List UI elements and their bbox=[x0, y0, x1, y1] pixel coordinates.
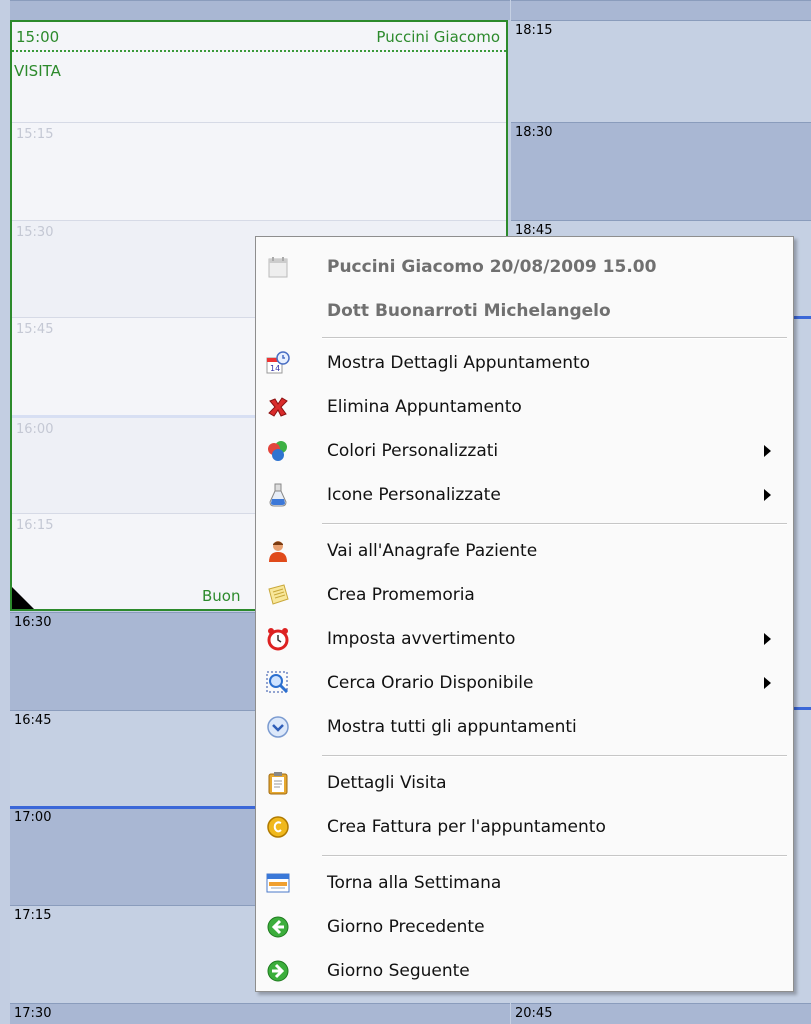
appointment-doctor: Buon bbox=[202, 587, 241, 605]
menu-item-giorno-precedente[interactable]: Giorno Precedente bbox=[256, 905, 793, 949]
submenu-arrow-icon bbox=[764, 445, 771, 457]
menu-item-label: Dettagli Visita bbox=[327, 773, 447, 793]
resize-handle-icon[interactable] bbox=[12, 587, 34, 609]
patient-icon bbox=[264, 537, 292, 565]
slot-time-label: 17:00 bbox=[14, 810, 52, 825]
menu-item-label: Vai all'Anagrafe Paziente bbox=[327, 541, 538, 561]
menu-item-dettagli-visita[interactable]: Dettagli Visita bbox=[256, 761, 793, 805]
submenu-arrow-icon bbox=[764, 489, 771, 501]
menu-item-colori[interactable]: Colori Personalizzati bbox=[256, 429, 793, 473]
menu-item-anagrafe[interactable]: Vai all'Anagrafe Paziente bbox=[256, 529, 793, 573]
menu-item-label: Crea Fattura per l'appuntamento bbox=[327, 817, 606, 837]
inner-slot-time: 16:15 bbox=[16, 518, 54, 533]
current-time-line bbox=[794, 316, 811, 319]
flask-icon bbox=[264, 481, 292, 509]
menu-header-appointment: Puccini Giacomo 20/08/2009 15.00 bbox=[256, 245, 793, 289]
menu-item-mostra-tutti[interactable]: Mostra tutti gli appuntamenti bbox=[256, 705, 793, 749]
inner-slot-time: 15:45 bbox=[16, 322, 54, 337]
time-slot[interactable]: 20:45 bbox=[511, 1003, 811, 1024]
slot-time-label: 17:30 bbox=[14, 1006, 52, 1021]
slot-time-label: 18:30 bbox=[515, 125, 553, 140]
menu-item-mostra-dettagli[interactable]: 14 Mostra Dettagli Appuntamento bbox=[256, 341, 793, 385]
submenu-arrow-icon bbox=[764, 677, 771, 689]
menu-item-label: Mostra tutti gli appuntamenti bbox=[327, 717, 577, 737]
time-slot[interactable]: 18:30 bbox=[511, 122, 811, 220]
time-slot[interactable] bbox=[511, 0, 811, 20]
menu-item-cerca-orario[interactable]: Cerca Orario Disponibile bbox=[256, 661, 793, 705]
menu-separator bbox=[322, 855, 787, 857]
menu-item-icone[interactable]: Icone Personalizzate bbox=[256, 473, 793, 517]
menu-separator bbox=[322, 523, 787, 525]
menu-item-label: Torna alla Settimana bbox=[327, 873, 502, 893]
week-calendar-icon bbox=[264, 869, 292, 897]
menu-header-doctor-label: Dott Buonarroti Michelangelo bbox=[327, 301, 611, 321]
menu-item-giorno-seguente[interactable]: Giorno Seguente bbox=[256, 949, 793, 993]
menu-item-label: Colori Personalizzati bbox=[327, 441, 499, 461]
note-icon bbox=[264, 581, 292, 609]
menu-item-torna-settimana[interactable]: Torna alla Settimana bbox=[256, 861, 793, 905]
menu-separator bbox=[322, 337, 787, 339]
appointment-header: 15:00 Puccini Giacomo bbox=[12, 22, 506, 52]
current-time-line bbox=[794, 707, 811, 710]
menu-item-crea-fattura[interactable]: Crea Fattura per l'appuntamento bbox=[256, 805, 793, 849]
red-x-icon bbox=[264, 393, 292, 421]
calendar-day-view: 16:30 16:45 17:00 17:15 17:30 18:15 18:3… bbox=[0, 0, 811, 1024]
appointment-inner-slot: 15:15 bbox=[12, 122, 506, 220]
invoice-coin-icon bbox=[264, 813, 292, 841]
alarm-clock-icon bbox=[264, 625, 292, 653]
appointment-context-menu: Puccini Giacomo 20/08/2009 15.00 Dott Bu… bbox=[255, 236, 794, 992]
menu-item-elimina[interactable]: Elimina Appuntamento bbox=[256, 385, 793, 429]
menu-item-label: Mostra Dettagli Appuntamento bbox=[327, 353, 591, 373]
time-slot[interactable]: 17:30 bbox=[10, 1003, 510, 1024]
clipboard-icon bbox=[264, 769, 292, 797]
color-balls-icon bbox=[264, 437, 292, 465]
appointment-patient: Puccini Giacomo bbox=[376, 28, 500, 46]
calendar-header-icon bbox=[264, 253, 292, 281]
menu-item-label: Giorno Precedente bbox=[327, 917, 485, 937]
time-slot[interactable] bbox=[10, 0, 510, 20]
calendar-detail-icon: 14 bbox=[264, 349, 292, 377]
slot-time-label: 16:45 bbox=[14, 713, 52, 728]
menu-item-label: Imposta avvertimento bbox=[327, 629, 516, 649]
slot-time-label: 18:15 bbox=[515, 23, 553, 38]
inner-slot-time: 15:30 bbox=[16, 225, 54, 240]
inner-slot-time: 15:15 bbox=[16, 127, 54, 142]
time-slot[interactable]: 18:15 bbox=[511, 20, 811, 122]
menu-item-avvertimento[interactable]: Imposta avvertimento bbox=[256, 617, 793, 661]
slot-time-label: 16:30 bbox=[14, 615, 52, 630]
menu-item-label: Crea Promemoria bbox=[327, 585, 475, 605]
submenu-arrow-icon bbox=[764, 633, 771, 645]
appointment-time: 15:00 bbox=[16, 28, 60, 46]
green-right-arrow-icon bbox=[264, 957, 292, 985]
menu-item-label: Elimina Appuntamento bbox=[327, 397, 522, 417]
menu-header-title: Puccini Giacomo 20/08/2009 15.00 bbox=[327, 257, 657, 277]
slot-time-label: 20:45 bbox=[515, 1006, 553, 1021]
slot-time-label: 17:15 bbox=[14, 908, 52, 923]
menu-item-label: Giorno Seguente bbox=[327, 961, 470, 981]
green-left-arrow-icon bbox=[264, 913, 292, 941]
menu-item-promemoria[interactable]: Crea Promemoria bbox=[256, 573, 793, 617]
inner-slot-time: 16:00 bbox=[16, 422, 54, 437]
chevron-circle-icon bbox=[264, 713, 292, 741]
menu-separator bbox=[322, 755, 787, 757]
menu-item-label: Cerca Orario Disponibile bbox=[327, 673, 534, 693]
menu-header-doctor: Dott Buonarroti Michelangelo bbox=[256, 289, 793, 333]
svg-text:14: 14 bbox=[270, 364, 280, 373]
magnifier-icon bbox=[264, 669, 292, 697]
appointment-type: VISITA bbox=[14, 62, 61, 80]
menu-item-label: Icone Personalizzate bbox=[327, 485, 501, 505]
